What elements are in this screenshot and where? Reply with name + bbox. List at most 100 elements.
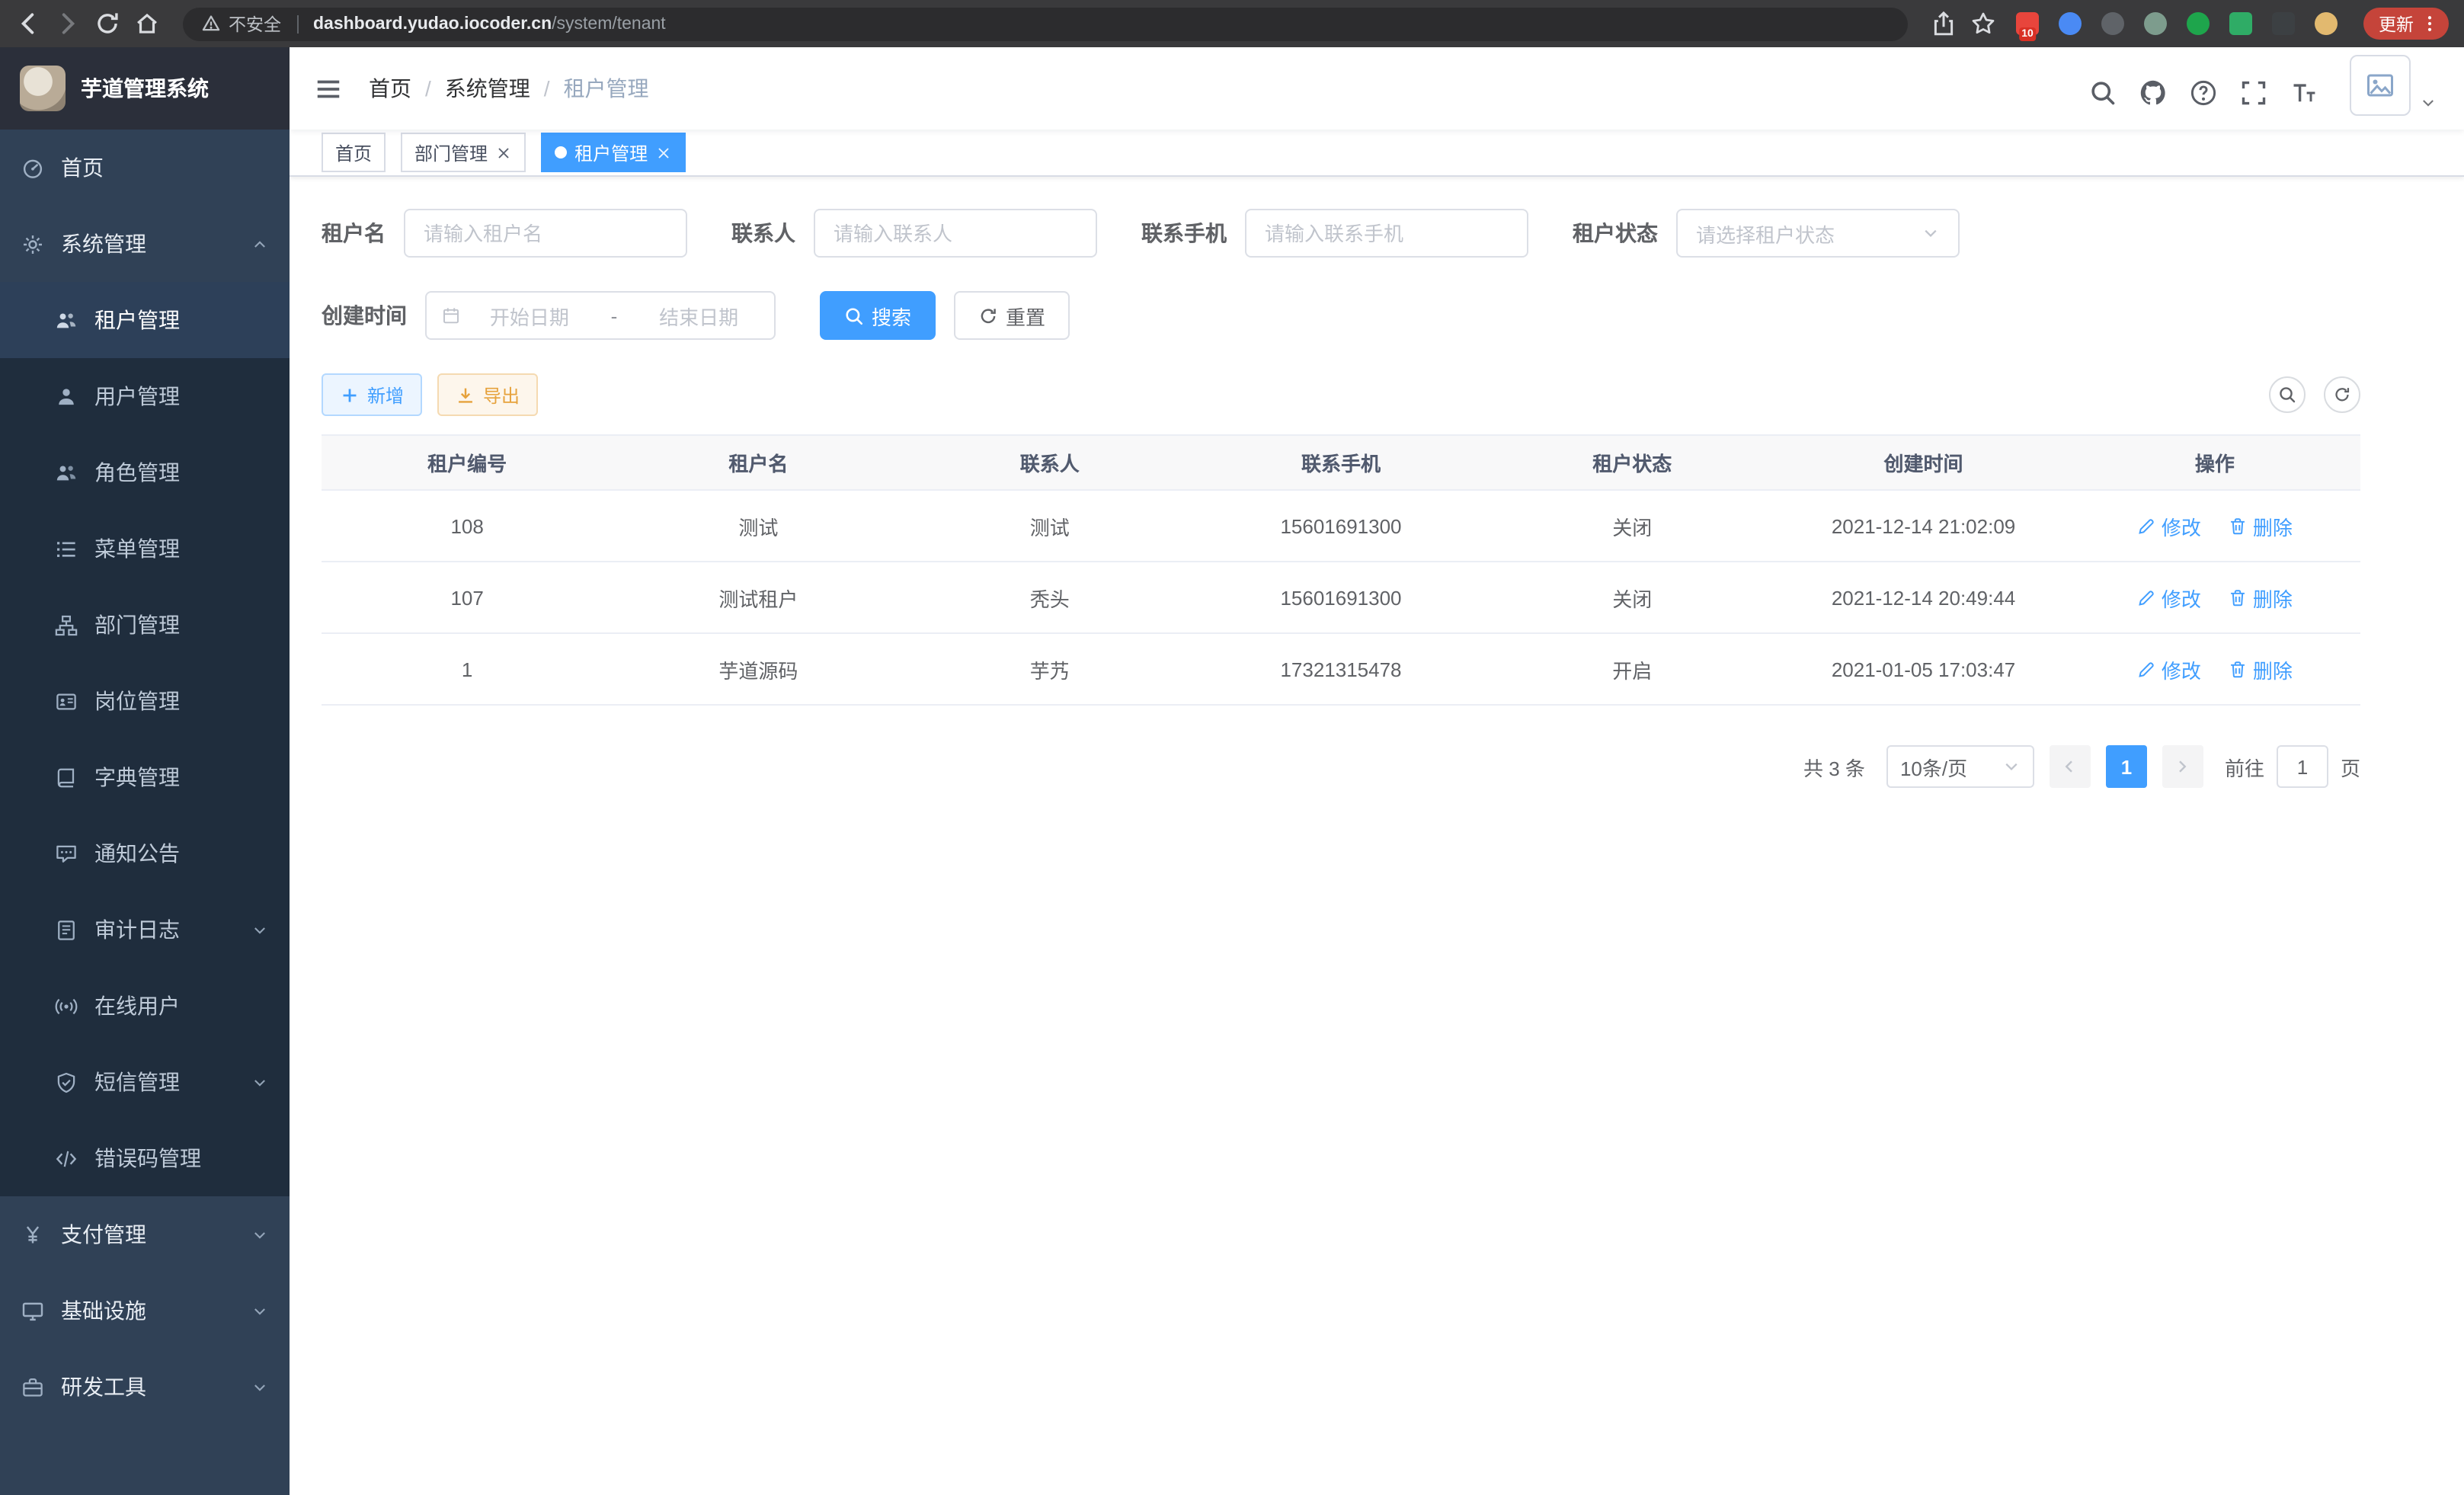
sidebar-item-system[interactable]: 系统管理 [0, 206, 290, 282]
sidebar-item-menu[interactable]: 菜单管理 [0, 511, 290, 587]
dict-icon [55, 766, 78, 789]
delete-link[interactable]: 删除 [2229, 655, 2293, 683]
tags-view: 首页部门管理 租户管理 [290, 130, 2464, 177]
font-size-icon[interactable] [2290, 78, 2318, 106]
people-icon [55, 461, 78, 484]
edit-link[interactable]: 修改 [2137, 655, 2201, 683]
toolbar-right [2269, 376, 2360, 413]
close-icon[interactable] [655, 144, 672, 161]
sidebar-item-infra[interactable]: 基础设施 [0, 1273, 290, 1349]
browser-menu-icon[interactable] [2420, 14, 2440, 34]
extension-icon-6[interactable] [2229, 12, 2252, 35]
breadcrumb-item-2[interactable]: 系统管理 [445, 73, 530, 104]
browser-update-button[interactable]: 更新 [2363, 8, 2449, 40]
extension-icon-3[interactable] [2101, 12, 2124, 35]
sidebar-item-user[interactable]: 用户管理 [0, 358, 290, 434]
tab-home[interactable]: 首页 [322, 133, 386, 172]
sidebar-item-online-user[interactable]: 在线用户 [0, 968, 290, 1044]
sidebar-item-tenant[interactable]: 租户管理 [0, 282, 290, 358]
sidebar-item-post[interactable]: 岗位管理 [0, 663, 290, 739]
reset-button[interactable]: 重置 [954, 291, 1070, 340]
sidebar-item-label: 租户管理 [94, 305, 180, 335]
tenant-status-select[interactable]: 请选择租户状态 [1676, 209, 1960, 258]
url-path: /system/tenant [552, 14, 666, 33]
extension-icon-7[interactable] [2272, 12, 2295, 35]
sidebar-item-role[interactable]: 角色管理 [0, 434, 290, 511]
edit-link[interactable]: 修改 [2137, 511, 2201, 540]
sidebar-item-label: 系统管理 [61, 229, 146, 259]
sidebar-item-label: 研发工具 [61, 1372, 146, 1402]
breadcrumb-item-1[interactable]: 首页 [369, 73, 411, 104]
reset-button-label: 重置 [1006, 301, 1045, 330]
header-search-icon[interactable] [2089, 78, 2117, 106]
tenant-name-input[interactable] [404, 209, 687, 258]
refresh-icon [978, 306, 998, 325]
prev-page-button[interactable] [2050, 745, 2091, 788]
extension-icon-2[interactable] [2059, 12, 2082, 35]
create-time-range-picker[interactable]: 开始日期 - 结束日期 [425, 291, 776, 340]
cell-name: 测试租户 [613, 562, 904, 633]
tab-label: 租户管理 [574, 139, 648, 165]
search-button[interactable]: 搜索 [820, 291, 936, 340]
sidebar-item-dict[interactable]: 字典管理 [0, 739, 290, 815]
browser-back-icon[interactable] [15, 11, 41, 37]
phone-input[interactable] [1245, 209, 1528, 258]
edit-icon [2137, 587, 2157, 607]
sidebar-item-label: 通知公告 [94, 838, 180, 869]
tab-dept[interactable]: 部门管理 [401, 133, 526, 172]
browser-forward-icon[interactable] [55, 11, 81, 37]
people-icon [55, 309, 78, 331]
edit-link[interactable]: 修改 [2137, 583, 2201, 612]
security-indicator[interactable]: 不安全 [201, 11, 281, 36]
share-icon[interactable] [1931, 11, 1957, 37]
next-page-button[interactable] [2162, 745, 2203, 788]
cell-actions: 修改删除 [2069, 633, 2360, 705]
address-bar[interactable]: 不安全 dashboard.yudao.iocoder.cn/system/te… [183, 7, 1908, 40]
cell-status: 开启 [1486, 633, 1778, 705]
delete-link[interactable]: 删除 [2229, 511, 2293, 540]
user-menu[interactable] [2350, 54, 2437, 123]
extension-icon-8[interactable] [2315, 12, 2338, 35]
sidebar-item-pay[interactable]: 支付管理 [0, 1196, 290, 1273]
sidebar-item-dept[interactable]: 部门管理 [0, 587, 290, 663]
goto-page-input[interactable] [2277, 745, 2328, 788]
bookmark-star-icon[interactable] [1970, 11, 1996, 37]
page-size-select[interactable]: 10条/页 [1886, 745, 2034, 788]
logo[interactable]: 芋道管理系统 [0, 47, 290, 130]
fullscreen-icon[interactable] [2240, 78, 2267, 106]
tab-tenant[interactable]: 租户管理 [541, 133, 686, 172]
table-body: 108测试测试15601691300关闭2021-12-14 21:02:09修… [322, 490, 2360, 705]
sidebar-toggle-icon[interactable] [314, 74, 343, 103]
sidebar-item-error-code[interactable]: 错误码管理 [0, 1120, 290, 1196]
log-icon [55, 918, 78, 941]
sidebar-item-sms[interactable]: 短信管理 [0, 1044, 290, 1120]
sms-icon [55, 1071, 78, 1093]
sidebar-item-home[interactable]: 首页 [0, 130, 290, 206]
close-icon[interactable] [495, 144, 512, 161]
cell-created: 2021-01-05 17:03:47 [1778, 633, 2069, 705]
sidebar-item-audit-log[interactable]: 审计日志 [0, 892, 290, 968]
url-host: dashboard.yudao.iocoder.cn [313, 14, 552, 33]
sidebar-item-dev-tool[interactable]: 研发工具 [0, 1349, 290, 1425]
browser-home-icon[interactable] [134, 11, 160, 37]
toggle-search-button[interactable] [2269, 376, 2306, 413]
tenant-name-label: 租户名 [322, 218, 386, 248]
sidebar-item-label: 首页 [61, 152, 104, 183]
export-button[interactable]: 导出 [437, 373, 538, 416]
extension-icon-1[interactable]: 10 [2016, 12, 2039, 35]
refresh-table-button[interactable] [2324, 376, 2360, 413]
trash-icon [2229, 659, 2248, 679]
page-button-1[interactable]: 1 [2106, 745, 2147, 788]
add-button[interactable]: 新增 [322, 373, 422, 416]
browser-reload-icon[interactable] [94, 11, 120, 37]
cell-contact: 测试 [904, 490, 1195, 562]
delete-link[interactable]: 删除 [2229, 583, 2293, 612]
extension-icon-5[interactable] [2187, 12, 2210, 35]
sidebar: 芋道管理系统 首页系统管理租户管理用户管理角色管理菜单管理部门管理岗位管理字典管… [0, 47, 290, 1495]
browser-chrome: 不安全 dashboard.yudao.iocoder.cn/system/te… [0, 0, 2464, 47]
extension-icon-4[interactable] [2144, 12, 2167, 35]
contact-input[interactable] [814, 209, 1097, 258]
sidebar-item-notice[interactable]: 通知公告 [0, 815, 290, 892]
help-icon[interactable] [2190, 78, 2217, 106]
github-icon[interactable] [2139, 78, 2167, 106]
